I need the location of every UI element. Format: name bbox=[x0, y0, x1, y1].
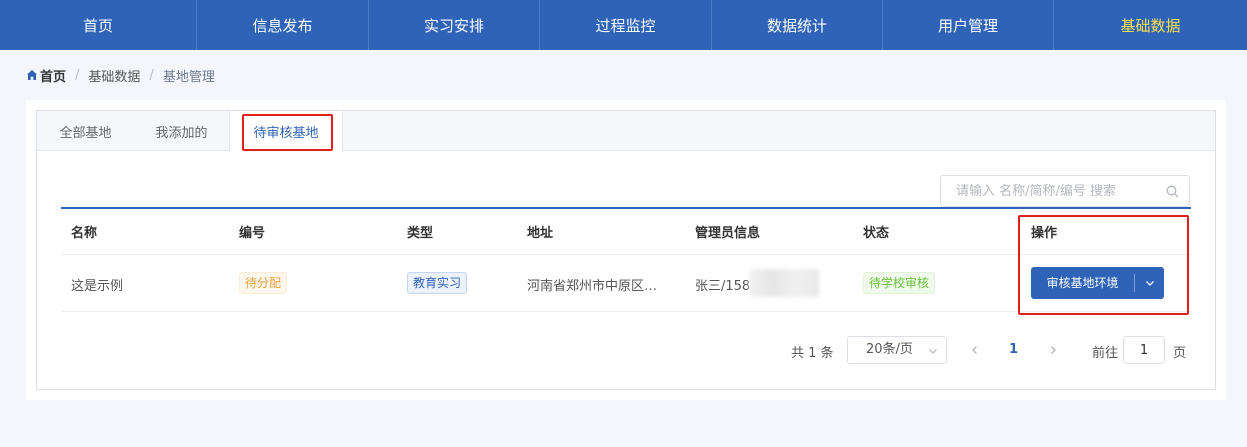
highlight-box-tab bbox=[242, 114, 333, 151]
home-icon bbox=[27, 70, 37, 80]
header-status: 状态 bbox=[863, 226, 890, 241]
cell-name: 这是示例 bbox=[71, 279, 124, 294]
breadcrumb-home[interactable]: 首页 bbox=[40, 66, 66, 85]
breadcrumb-separator: / bbox=[149, 67, 154, 83]
chevron-down-icon bbox=[929, 349, 937, 354]
breadcrumb-current: 基地管理 bbox=[162, 69, 215, 85]
next-page-icon[interactable] bbox=[1047, 344, 1059, 356]
highlight-box-action bbox=[1018, 215, 1189, 315]
search-input[interactable] bbox=[956, 183, 1156, 199]
prev-page-icon[interactable] bbox=[969, 344, 981, 356]
status-badge: 待学校审核 bbox=[863, 272, 936, 294]
nav-item-users[interactable]: 用户管理 bbox=[883, 0, 1054, 50]
tab-all-bases[interactable]: 全部基地 bbox=[37, 111, 134, 151]
header-admin: 管理员信息 bbox=[695, 226, 761, 241]
page-size-value: 20条/页 bbox=[866, 342, 913, 357]
code-badge: 待分配 bbox=[239, 272, 288, 294]
base-card: 全部基地 我添加的 待审核基地 名称 编号 类型 地址 管理员信息 状态 操作 bbox=[36, 110, 1216, 390]
goto-page-input[interactable] bbox=[1123, 336, 1165, 364]
redacted-phone bbox=[749, 269, 819, 297]
page-suffix: 页 bbox=[1173, 346, 1187, 361]
current-page[interactable]: 1 bbox=[1009, 342, 1018, 357]
nav-item-info-publish[interactable]: 信息发布 bbox=[197, 0, 369, 50]
nav-item-home[interactable]: 首页 bbox=[0, 0, 197, 50]
breadcrumb: 首页 / 基础数据 / 基地管理 bbox=[26, 66, 215, 85]
cell-address: 河南省郑州市中原区… bbox=[527, 279, 658, 294]
content-panel: 全部基地 我添加的 待审核基地 名称 编号 类型 地址 管理员信息 状态 操作 bbox=[26, 100, 1226, 400]
nav-item-base-data[interactable]: 基础数据 bbox=[1054, 0, 1247, 50]
total-count: 共 1 条 bbox=[791, 346, 834, 361]
page-size-select[interactable]: 20条/页 bbox=[847, 336, 947, 364]
search-box[interactable] bbox=[940, 175, 1190, 207]
nav-item-internship[interactable]: 实习安排 bbox=[369, 0, 540, 50]
tab-bar: 全部基地 我添加的 待审核基地 bbox=[37, 111, 1215, 152]
pagination: 共 1 条 20条/页 1 前往 页 bbox=[37, 336, 1215, 364]
header-address: 地址 bbox=[527, 226, 554, 241]
nav-item-monitoring[interactable]: 过程监控 bbox=[540, 0, 712, 50]
goto-label: 前往 bbox=[1092, 346, 1119, 361]
search-icon[interactable] bbox=[1166, 185, 1179, 198]
header-code: 编号 bbox=[239, 226, 266, 241]
type-badge: 教育实习 bbox=[407, 272, 468, 294]
nav-item-statistics[interactable]: 数据统计 bbox=[712, 0, 883, 50]
header-type: 类型 bbox=[407, 226, 434, 241]
breadcrumb-separator: / bbox=[75, 67, 80, 83]
breadcrumb-base-data[interactable]: 基础数据 bbox=[88, 66, 140, 85]
top-nav: 首页 信息发布 实习安排 过程监控 数据统计 用户管理 基础数据 bbox=[0, 0, 1247, 50]
tab-my-added[interactable]: 我添加的 bbox=[134, 111, 229, 151]
header-name: 名称 bbox=[71, 226, 98, 241]
cell-admin: 张三/158 bbox=[695, 279, 751, 294]
